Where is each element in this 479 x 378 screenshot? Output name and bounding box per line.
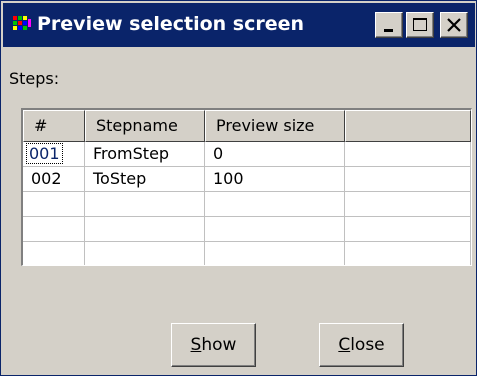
- row-number-cell[interactable]: 002: [23, 167, 85, 191]
- steps-label: Steps:: [9, 69, 60, 88]
- stepname-cell[interactable]: ToStep: [85, 167, 205, 191]
- maximize-button[interactable]: [406, 12, 434, 38]
- preview-size-cell[interactable]: [205, 217, 345, 241]
- stepname-cell[interactable]: FromStep: [85, 142, 205, 166]
- preview-selection-window: Preview selection screen Steps: # Stepna…: [0, 0, 477, 376]
- preview-size-cell[interactable]: [205, 242, 345, 265]
- column-header-preview-size[interactable]: Preview size: [205, 110, 345, 142]
- table-row[interactable]: 001 FromStep 0: [23, 142, 471, 167]
- close-window-button[interactable]: [440, 12, 468, 38]
- column-header-stepname[interactable]: Stepname: [85, 110, 205, 142]
- row-number-cell[interactable]: [23, 217, 85, 241]
- stepname-cell[interactable]: [85, 242, 205, 265]
- table-row[interactable]: [23, 192, 471, 217]
- column-header-empty[interactable]: [345, 110, 471, 142]
- row-number-cell[interactable]: [23, 242, 85, 265]
- empty-cell[interactable]: [345, 242, 471, 265]
- empty-cell[interactable]: [345, 192, 471, 216]
- close-mnemonic: C: [338, 335, 351, 355]
- steps-table[interactable]: # Stepname Preview size 001 FromStep 0 0…: [21, 108, 472, 266]
- table-row[interactable]: [23, 242, 471, 265]
- app-grid-icon: [13, 16, 31, 32]
- empty-cell[interactable]: [345, 142, 471, 166]
- stepname-cell[interactable]: [85, 217, 205, 241]
- empty-cell[interactable]: [345, 167, 471, 191]
- preview-size-cell[interactable]: 0: [205, 142, 345, 166]
- column-header-number[interactable]: #: [23, 110, 85, 142]
- row-number-cell[interactable]: [23, 192, 85, 216]
- show-button[interactable]: Show: [171, 323, 256, 367]
- minimize-button[interactable]: [375, 12, 403, 38]
- preview-size-cell[interactable]: 100: [205, 167, 345, 191]
- empty-cell[interactable]: [345, 217, 471, 241]
- stepname-cell[interactable]: [85, 192, 205, 216]
- show-mnemonic: S: [190, 335, 202, 355]
- row-number-cell[interactable]: 001: [26, 143, 63, 164]
- table-row[interactable]: 002 ToStep 100: [23, 167, 471, 192]
- show-label-rest: how: [201, 335, 237, 355]
- table-row[interactable]: [23, 217, 471, 242]
- window-title: Preview selection screen: [37, 13, 305, 35]
- close-button[interactable]: Close: [319, 323, 404, 367]
- preview-size-cell[interactable]: [205, 192, 345, 216]
- table-header: # Stepname Preview size: [23, 110, 471, 142]
- close-label-rest: lose: [350, 335, 385, 355]
- title-bar[interactable]: Preview selection screen: [3, 3, 475, 47]
